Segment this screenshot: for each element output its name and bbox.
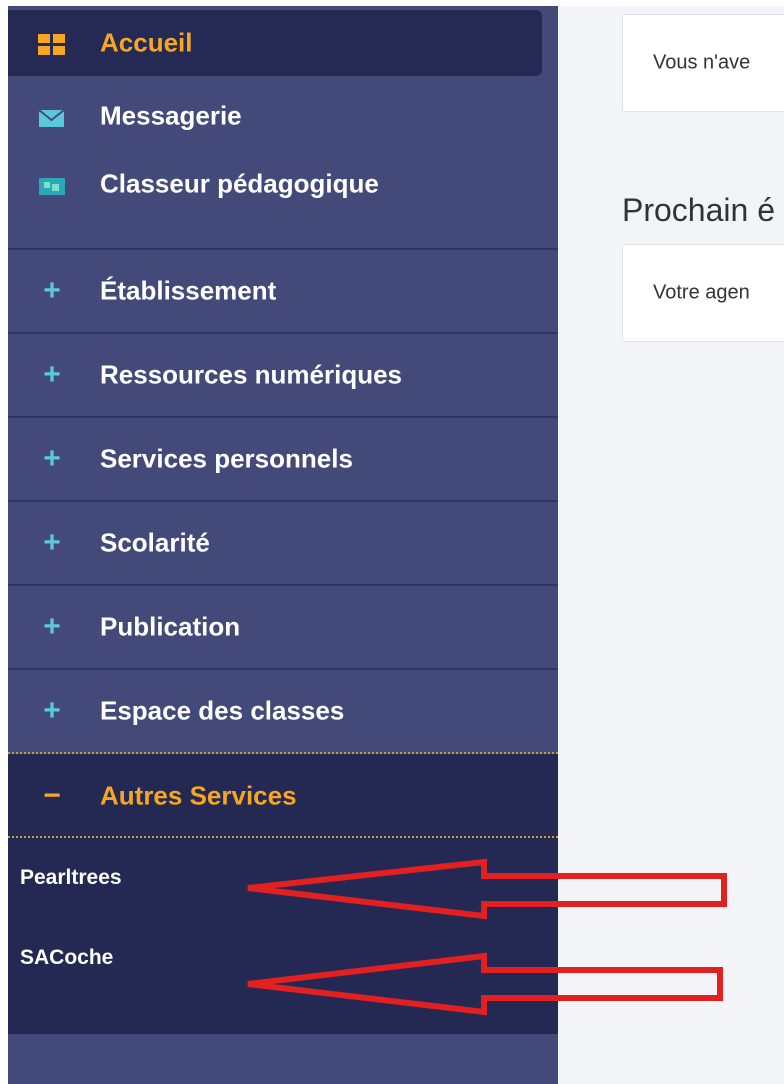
sidebar-item-accueil[interactable]: Accueil: [8, 10, 542, 76]
plus-icon: +: [43, 358, 61, 391]
divider: [8, 752, 558, 754]
plus-icon: +: [43, 442, 61, 475]
agenda-card: Votre agen: [622, 244, 784, 342]
sidebar-item-label: Publication: [100, 611, 241, 642]
page-edge-top: [0, 0, 784, 6]
sidebar-item-label: Services personnels: [100, 443, 353, 474]
sidebar-item-classeur-pedagogique[interactable]: Classeur pédagogique: [8, 152, 558, 216]
sidebar-item-ressources-numeriques[interactable]: + Ressources numériques: [8, 334, 558, 416]
plus-icon: +: [43, 610, 61, 643]
minus-icon: −: [43, 779, 61, 812]
sidebar-item-label: Espace des classes: [100, 695, 345, 726]
sidebar: Accueil Messagerie Classeur pédagogique …: [8, 6, 558, 1084]
sidebar-item-label: Messagerie: [100, 100, 242, 131]
sidebar-item-label: Ressources numériques: [100, 359, 403, 390]
plus-icon: +: [43, 526, 61, 559]
sidebar-item-label: Autres Services: [100, 780, 297, 811]
section-heading: Prochain é: [622, 192, 775, 228]
sidebar-subitem-sacoche[interactable]: SACoche: [20, 946, 113, 970]
sidebar-item-label: Accueil: [100, 27, 193, 58]
sidebar-item-services-personnels[interactable]: + Services personnels: [8, 418, 558, 500]
plus-icon: +: [43, 694, 61, 727]
sidebar-item-label: Scolarité: [100, 527, 210, 558]
folder-icon: [38, 173, 66, 195]
sidebar-item-scolarite[interactable]: + Scolarité: [8, 502, 558, 584]
plus-icon: +: [43, 274, 61, 307]
notification-text: Vous n'ave: [653, 51, 751, 74]
sidebar-item-etablissement[interactable]: + Établissement: [8, 250, 558, 332]
agenda-text: Votre agen: [653, 281, 750, 304]
sidebar-item-label: Classeur pédagogique: [100, 168, 379, 199]
dashboard-grid-icon: [38, 32, 66, 55]
notification-card: Vous n'ave: [622, 14, 784, 112]
sidebar-item-espace-des-classes[interactable]: + Espace des classes: [8, 670, 558, 752]
sidebar-item-publication[interactable]: + Publication: [8, 586, 558, 668]
sidebar-subitem-pearltrees[interactable]: Pearltrees: [20, 866, 122, 890]
divider: [8, 836, 558, 838]
sidebar-item-label: Établissement: [100, 275, 277, 306]
sidebar-item-autres-services[interactable]: − Autres Services: [8, 756, 558, 836]
main-content: Vous n'ave Prochain é Votre agen: [558, 6, 784, 1084]
page-edge: [0, 0, 8, 1084]
sidebar-item-messagerie[interactable]: Messagerie: [8, 84, 558, 148]
envelope-icon: [38, 105, 66, 127]
